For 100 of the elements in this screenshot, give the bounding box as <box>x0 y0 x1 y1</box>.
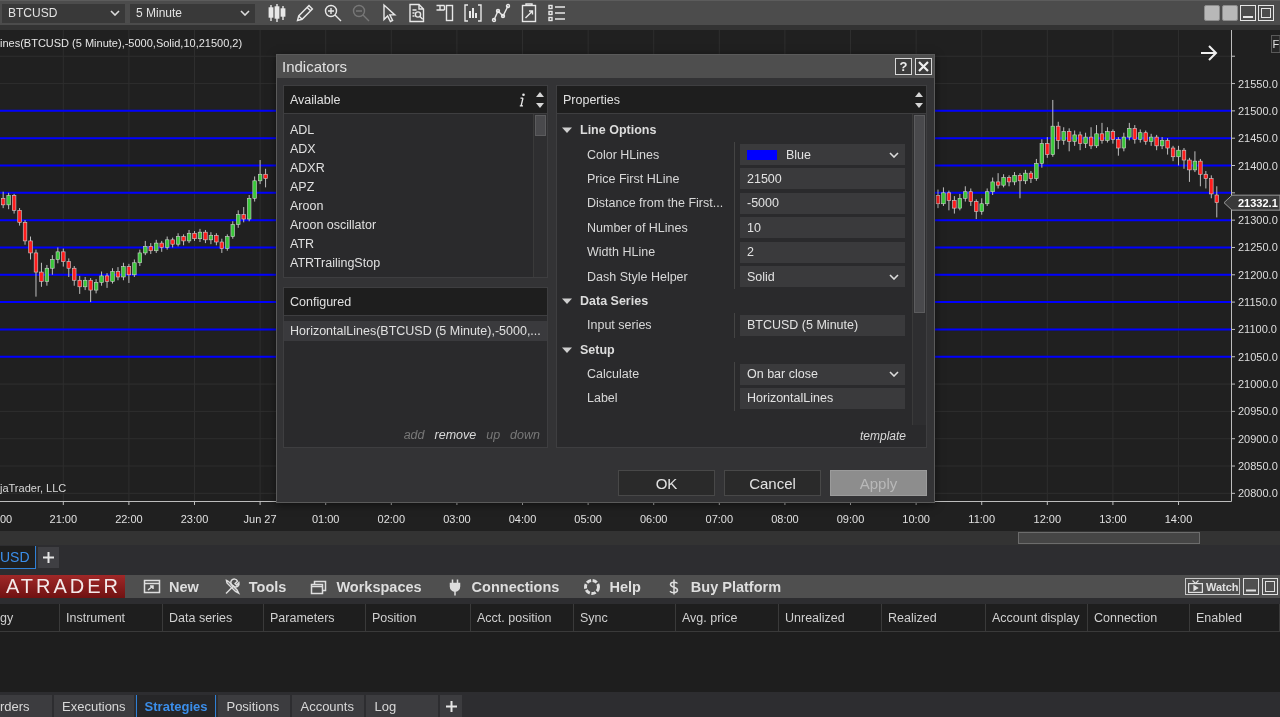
text-field[interactable]: 21500 <box>740 168 905 190</box>
instrument-dropdown[interactable]: BTCUSD <box>2 3 125 23</box>
menu-item[interactable]: Buy Platform <box>664 577 782 596</box>
maximize-icon[interactable] <box>1258 5 1274 21</box>
template-link[interactable]: template <box>859 429 906 443</box>
candlestick-icon[interactable] <box>267 3 287 23</box>
tab[interactable]: Accounts <box>292 695 365 717</box>
list-item[interactable]: ATR <box>284 234 533 253</box>
minimize-icon[interactable] <box>1240 5 1256 21</box>
list-item[interactable]: ADL <box>284 120 533 139</box>
minimize-icon[interactable] <box>1243 578 1259 595</box>
indicator-label: ines(BTCUSD (5 Minute),-5000,Solid,10,21500,2) <box>0 37 243 49</box>
panel-title: Configured <box>290 294 352 309</box>
text-field[interactable]: 10 <box>740 217 905 239</box>
list-item[interactable]: Aroon oscillator <box>284 215 533 234</box>
price-label: 21150.0 <box>1238 296 1277 309</box>
caret-up-icon[interactable] <box>915 91 923 97</box>
dropdown[interactable]: Solid <box>740 266 905 288</box>
maximize-icon[interactable] <box>1262 578 1278 595</box>
column-header[interactable]: Connection <box>1088 604 1190 631</box>
list-icon[interactable] <box>547 3 567 23</box>
property-label: Width HLine <box>586 245 657 260</box>
category-header[interactable]: Line Options <box>557 118 912 143</box>
time-label: 04:00 <box>508 513 537 525</box>
column-header[interactable]: Data series <box>163 604 264 631</box>
column-header[interactable]: gy <box>0 604 60 631</box>
list-item[interactable]: Aroon <box>284 196 533 215</box>
chart-tab[interactable]: USD <box>0 546 36 569</box>
scrollbar-thumb[interactable] <box>535 115 546 136</box>
column-header[interactable]: Acct. position <box>471 604 574 631</box>
menu-item[interactable]: Connections <box>445 577 560 596</box>
arrow-right-icon[interactable] <box>1200 45 1218 61</box>
edge-button[interactable]: F <box>1271 35 1280 53</box>
add-tab-button[interactable] <box>37 547 59 568</box>
document-search-icon[interactable] <box>407 3 427 23</box>
dialog-button[interactable]: OK <box>618 470 715 496</box>
tab[interactable]: Strategies <box>135 695 217 717</box>
menu-item[interactable]: Tools <box>222 577 287 596</box>
configured-item[interactable]: HorizontalLines(BTCUSD (5 Minute),-5000,... <box>284 321 547 341</box>
bar-chart-icon[interactable] <box>463 3 483 23</box>
caret-down-icon[interactable] <box>536 102 544 108</box>
caret-up-icon[interactable] <box>536 91 544 97</box>
clipboard-icon[interactable] <box>519 3 539 23</box>
color-dropdown[interactable]: Blue <box>740 144 905 166</box>
list-item[interactable]: ATRTrailingStop <box>284 253 533 272</box>
panel-icon[interactable] <box>435 3 455 23</box>
tab[interactable]: Executions <box>54 695 134 717</box>
price-label: 21550.0 <box>1238 77 1278 90</box>
column-header[interactable]: Parameters <box>264 604 366 631</box>
chevron-down-icon <box>889 151 899 158</box>
dialog-button[interactable]: Cancel <box>724 470 821 496</box>
tab[interactable]: rders <box>0 695 52 717</box>
column-header[interactable]: Account display <box>986 604 1088 631</box>
watch-button[interactable]: Watch <box>1185 578 1240 595</box>
price-label: 21250.0 <box>1238 241 1278 254</box>
text-field[interactable]: BTCUSD (5 Minute) <box>740 314 905 336</box>
text-field[interactable]: HorizontalLines <box>740 388 905 409</box>
list-item[interactable]: ADX <box>284 139 533 158</box>
menu-item[interactable]: Help <box>583 577 641 596</box>
column-header[interactable]: Enabled <box>1190 604 1280 631</box>
list-item[interactable]: ADXR <box>284 158 533 177</box>
interval-dropdown[interactable]: 5 Minute <box>130 3 255 23</box>
price-label: 20850.0 <box>1238 460 1278 473</box>
tile-icon[interactable] <box>1204 5 1220 21</box>
column-header[interactable]: Instrument <box>60 604 163 631</box>
help-button[interactable]: ? <box>895 58 912 75</box>
time-label: 10:00 <box>902 513 930 525</box>
line-chart-icon[interactable] <box>491 3 511 23</box>
column-header[interactable]: Position <box>366 604 471 631</box>
column-header[interactable]: Unrealized <box>779 604 882 631</box>
menu-item[interactable]: Workspaces <box>310 577 422 596</box>
caret-down-icon[interactable] <box>915 102 923 108</box>
add-tab-button[interactable] <box>440 695 463 717</box>
action-link[interactable]: remove <box>434 428 477 442</box>
column-header[interactable]: Realized <box>882 604 986 631</box>
price-label: 20950.0 <box>1238 405 1278 418</box>
time-label: 01:00 <box>311 513 340 525</box>
property-label: Price First HLine <box>586 171 681 186</box>
dropdown[interactable]: On bar close <box>740 363 905 385</box>
text-field[interactable]: -5000 <box>740 192 905 214</box>
zoom-in-icon[interactable] <box>323 3 343 23</box>
window-icon <box>143 577 161 596</box>
list-item[interactable]: APZ <box>284 177 533 196</box>
time-label: 13:00 <box>1099 513 1127 525</box>
category-header[interactable]: Data Series <box>557 288 912 314</box>
scrollbar-thumb[interactable] <box>1018 532 1200 544</box>
pencil-icon[interactable] <box>295 3 315 23</box>
column-header[interactable]: Avg. price <box>676 604 779 631</box>
tab[interactable]: Positions <box>218 695 291 717</box>
text-field[interactable]: 2 <box>740 241 905 263</box>
close-button[interactable] <box>915 58 932 75</box>
tile-icon[interactable] <box>1222 5 1238 21</box>
category-header[interactable]: Setup <box>557 337 912 362</box>
info-icon[interactable] <box>518 92 526 107</box>
menu-item[interactable]: New <box>143 577 199 596</box>
tab[interactable]: Log <box>366 695 439 717</box>
time-label: 12:00 <box>1033 513 1062 525</box>
column-header[interactable]: Sync <box>574 604 676 631</box>
time-label: 21:00 <box>49 513 78 525</box>
scrollbar-thumb[interactable] <box>914 115 925 313</box>
